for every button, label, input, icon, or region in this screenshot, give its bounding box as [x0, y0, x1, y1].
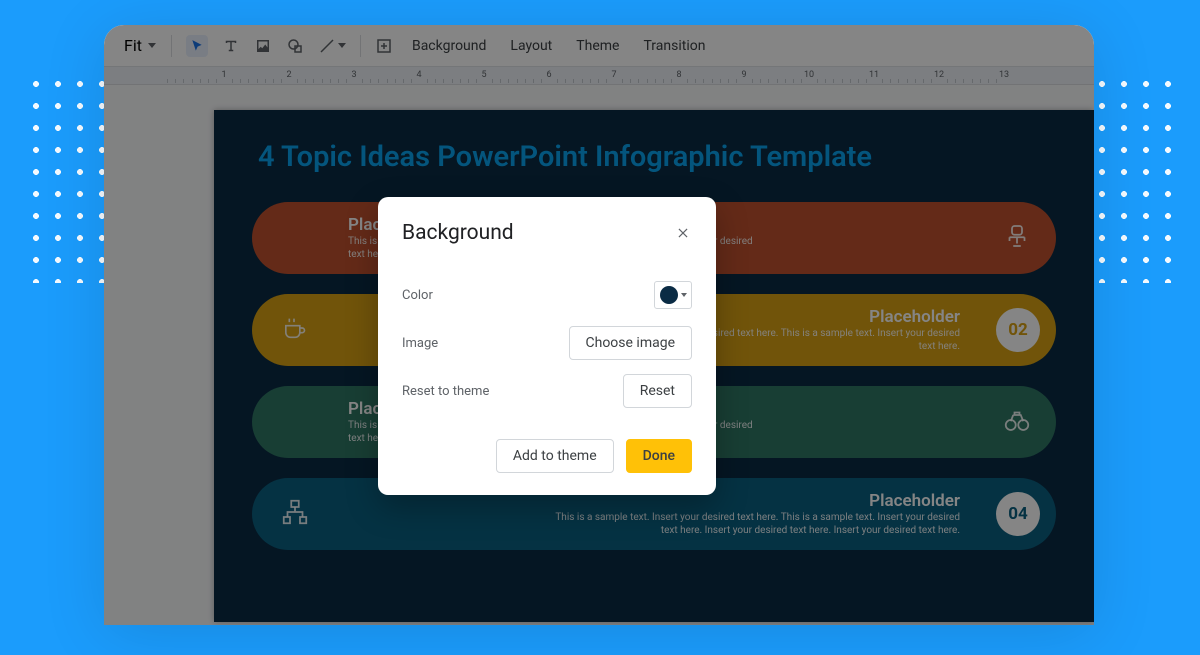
- ruler-label: 4: [416, 70, 421, 80]
- row-heading: Placeholder: [869, 491, 960, 511]
- ruler-label: 12: [934, 70, 944, 80]
- row-number-badge: 02: [996, 308, 1040, 352]
- choose-image-button[interactable]: Choose image: [569, 326, 693, 360]
- ruler-label: 8: [676, 70, 681, 80]
- separator: [360, 35, 361, 57]
- line-tool[interactable]: [313, 32, 351, 60]
- textbox-tool[interactable]: [217, 32, 245, 60]
- dialog-title: Background: [402, 221, 514, 245]
- reset-label: Reset to theme: [402, 384, 489, 399]
- ruler-label: 2: [286, 70, 291, 80]
- ruler-label: 7: [611, 70, 616, 80]
- ruler-label: 6: [546, 70, 551, 80]
- text-icon: [222, 37, 240, 55]
- coffee-icon: [280, 314, 308, 346]
- ruler-label: 9: [741, 70, 746, 80]
- layout-menu[interactable]: Layout: [500, 32, 562, 60]
- shape-tool[interactable]: [281, 32, 309, 60]
- background-menu[interactable]: Background: [402, 32, 496, 60]
- select-tool[interactable]: [181, 32, 213, 60]
- ruler-label: 10: [804, 70, 814, 80]
- image-label: Image: [402, 336, 438, 351]
- ruler-label: 1: [221, 70, 226, 80]
- zoom-label: Fit: [124, 36, 142, 55]
- reset-button[interactable]: Reset: [623, 374, 692, 408]
- add-to-theme-button[interactable]: Add to theme: [496, 439, 614, 473]
- plus-box-icon: [375, 37, 393, 55]
- background-dialog: Background Color Image Choose image Rese…: [378, 197, 716, 495]
- horizontal-ruler: 12345678910111213: [104, 67, 1094, 85]
- chevron-down-icon: [148, 43, 156, 48]
- zoom-dropdown[interactable]: Fit: [118, 36, 162, 55]
- color-swatch: [660, 286, 678, 304]
- ruler-label: 13: [999, 70, 1009, 80]
- chair-icon: [1002, 221, 1032, 255]
- chevron-down-icon: [338, 43, 346, 48]
- new-slide-tool[interactable]: [370, 32, 398, 60]
- row-desc: This is a sample text. Insert your desir…: [540, 511, 960, 538]
- cursor-icon: [186, 35, 208, 57]
- shape-icon: [286, 37, 304, 55]
- theme-menu[interactable]: Theme: [566, 32, 629, 60]
- color-label: Color: [402, 288, 433, 303]
- close-button[interactable]: [674, 224, 692, 242]
- slide-title[interactable]: 4 Topic Ideas PowerPoint Infographic Tem…: [258, 140, 1056, 174]
- org-chart-icon: [280, 497, 310, 531]
- ruler-label: 5: [481, 70, 486, 80]
- transition-menu[interactable]: Transition: [633, 32, 715, 60]
- color-picker[interactable]: [654, 281, 692, 309]
- separator: [171, 35, 172, 57]
- close-icon: [676, 226, 690, 240]
- row-heading: Placeholder: [869, 307, 960, 327]
- toolbar: Fit Background Layout Theme Transitio: [104, 25, 1094, 67]
- image-icon: [254, 37, 272, 55]
- line-icon: [318, 37, 336, 55]
- image-tool[interactable]: [249, 32, 277, 60]
- ruler-label: 3: [351, 70, 356, 80]
- chevron-down-icon: [681, 293, 687, 297]
- row-number-badge: 04: [996, 492, 1040, 536]
- binoculars-icon: [1002, 405, 1032, 439]
- ruler-label: 11: [869, 70, 879, 80]
- done-button[interactable]: Done: [626, 439, 692, 473]
